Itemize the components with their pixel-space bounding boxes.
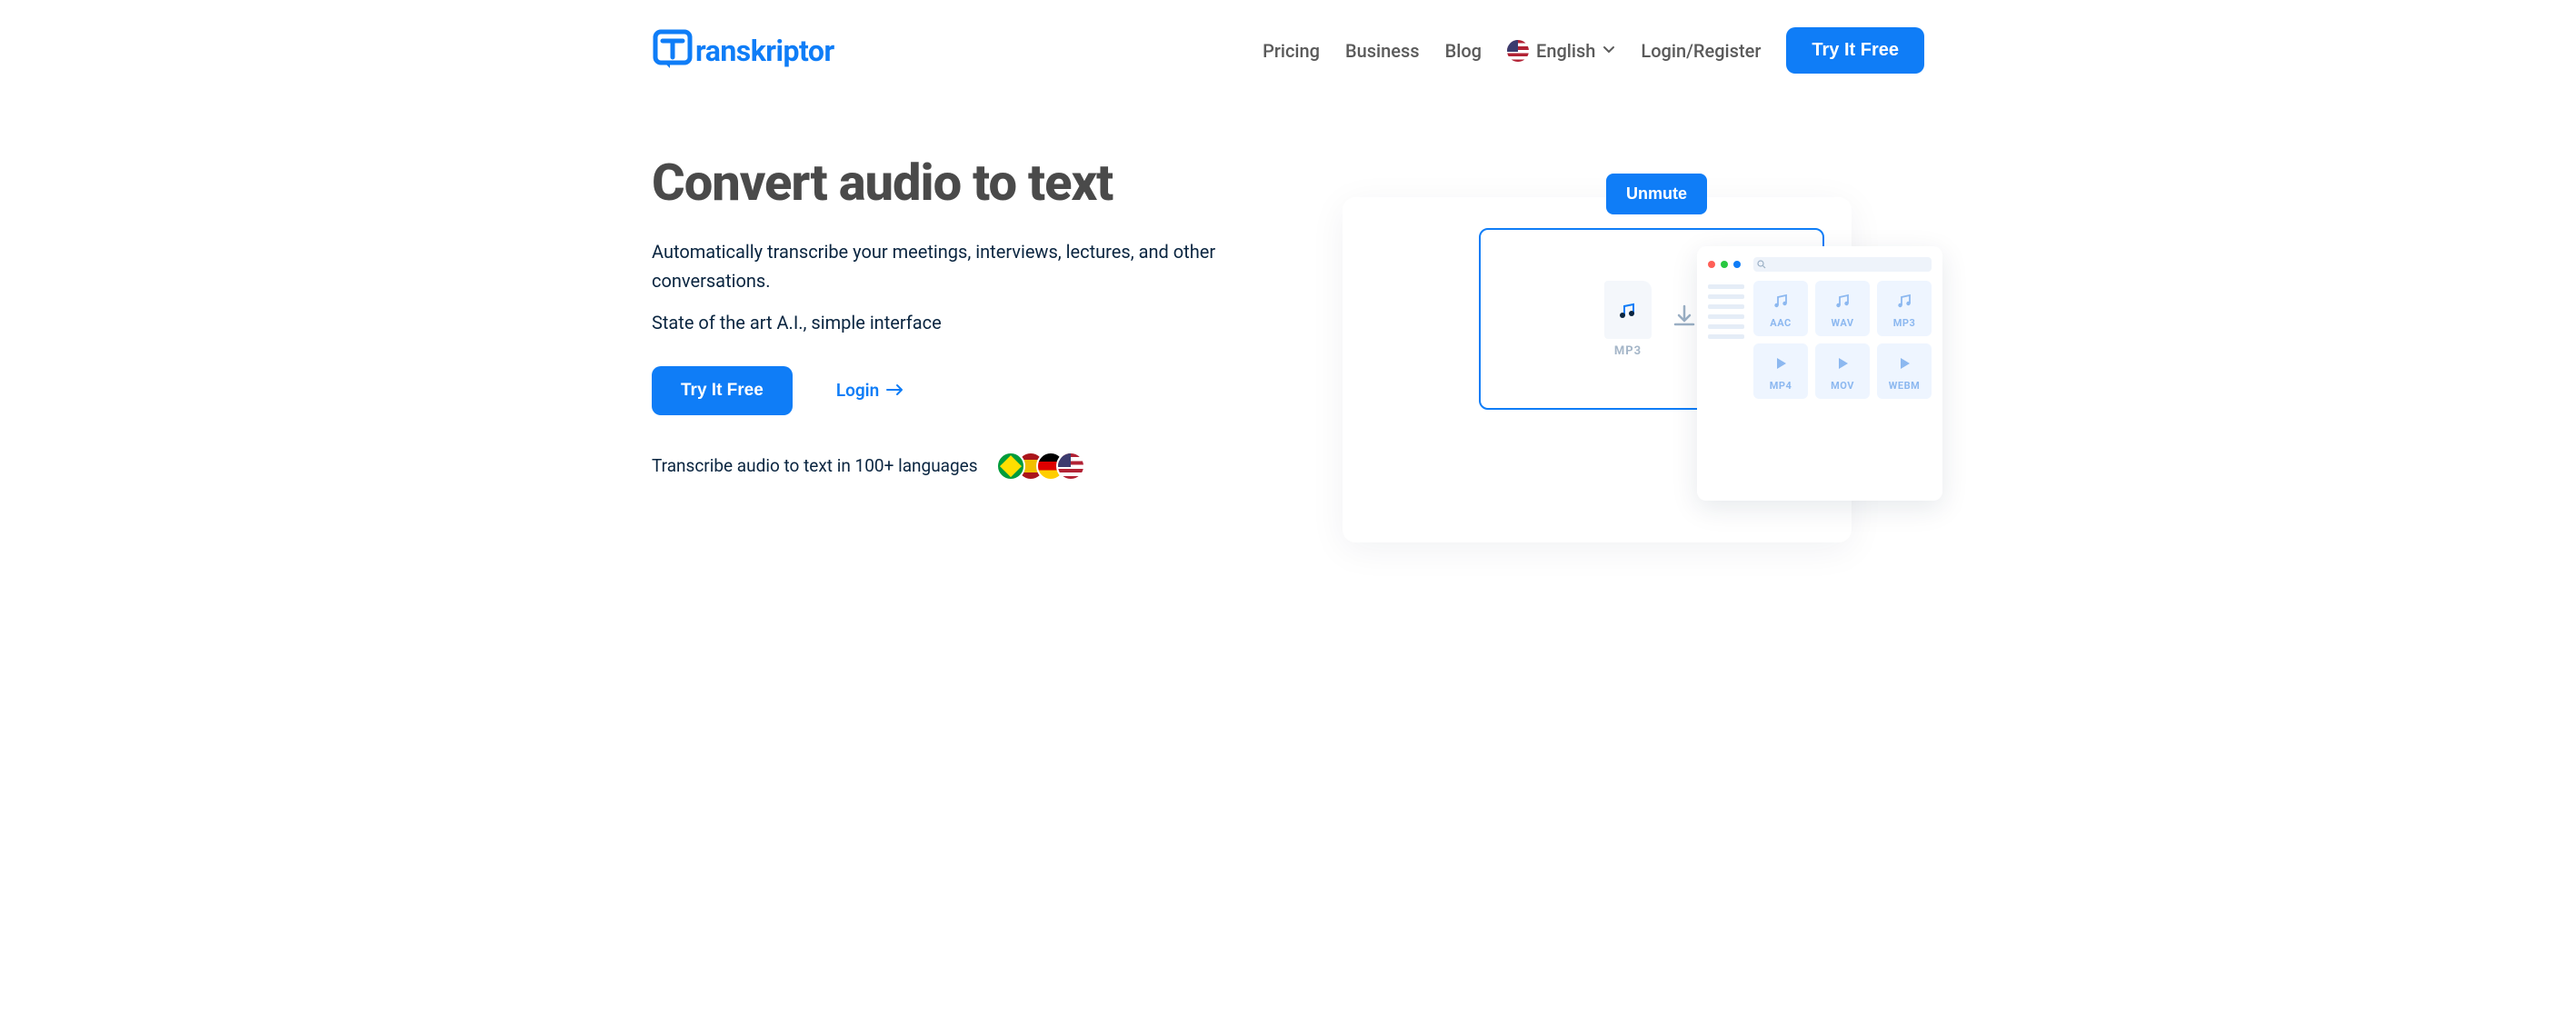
file-icon bbox=[1604, 281, 1652, 339]
logo-text: ranskriptor bbox=[695, 34, 834, 68]
file-tile: WAV bbox=[1815, 281, 1870, 336]
flag-us-icon bbox=[1507, 40, 1529, 62]
language-support: Transcribe audio to text in 100+ languag… bbox=[652, 452, 1261, 481]
play-icon bbox=[1892, 351, 1917, 376]
file-tile-label: WAV bbox=[1819, 317, 1866, 329]
panel-search-bar bbox=[1753, 257, 1932, 272]
file-tile-label: WEBM bbox=[1881, 380, 1928, 392]
hero-login-label: Login bbox=[836, 380, 879, 401]
play-icon bbox=[1768, 351, 1793, 376]
hero-actions: Try It Free Login bbox=[652, 366, 1261, 415]
unmute-button[interactable]: Unmute bbox=[1606, 174, 1707, 214]
logo-icon bbox=[652, 28, 694, 74]
file-tile: MOV bbox=[1815, 343, 1870, 399]
music-note-icon bbox=[1892, 288, 1917, 313]
header: ranskriptor Pricing Business Blog Englis… bbox=[652, 0, 1924, 101]
nav-blog[interactable]: Blog bbox=[1445, 40, 1482, 62]
language-label: English bbox=[1536, 40, 1595, 62]
illustration-file-panel: AAC WAV MP3 MP4 bbox=[1697, 246, 1942, 501]
nav-login-register[interactable]: Login/Register bbox=[1641, 40, 1761, 62]
flag-br-icon bbox=[996, 452, 1025, 481]
mp3-label: MP3 bbox=[1604, 344, 1652, 358]
file-tile-label: AAC bbox=[1757, 317, 1804, 329]
file-tile: AAC bbox=[1753, 281, 1808, 336]
close-dot-icon bbox=[1708, 261, 1715, 268]
hero-description: Automatically transcribe your meetings, … bbox=[652, 237, 1261, 295]
music-note-icon bbox=[1830, 288, 1855, 313]
language-support-text: Transcribe audio to text in 100+ languag… bbox=[652, 455, 978, 476]
flag-us-icon bbox=[1056, 452, 1085, 481]
panel-body: AAC WAV MP3 MP4 bbox=[1708, 281, 1932, 399]
file-tile-label: MOV bbox=[1819, 380, 1866, 392]
hero-subdescription: State of the art A.I., simple interface bbox=[652, 312, 1261, 333]
play-icon bbox=[1830, 351, 1855, 376]
chevron-down-icon bbox=[1603, 42, 1615, 59]
file-tile-label: MP3 bbox=[1881, 317, 1928, 329]
music-note-icon bbox=[1768, 288, 1793, 313]
hero-cta-button[interactable]: Try It Free bbox=[652, 366, 793, 415]
arrow-right-icon bbox=[886, 380, 904, 401]
file-tile: MP4 bbox=[1753, 343, 1808, 399]
panel-titlebar bbox=[1708, 257, 1932, 272]
file-tile-grid: AAC WAV MP3 MP4 bbox=[1753, 281, 1932, 399]
nav-business[interactable]: Business bbox=[1345, 40, 1420, 62]
flag-stack bbox=[996, 452, 1085, 481]
nav-pricing[interactable]: Pricing bbox=[1263, 40, 1320, 62]
download-icon bbox=[1670, 303, 1699, 335]
logo[interactable]: ranskriptor bbox=[652, 28, 834, 74]
nav: Pricing Business Blog English Login/Regi… bbox=[1263, 27, 1924, 74]
min-dot-icon bbox=[1733, 261, 1741, 268]
file-tile: MP3 bbox=[1877, 281, 1932, 336]
nav-cta-button[interactable]: Try It Free bbox=[1786, 27, 1924, 74]
zoom-dot-icon bbox=[1721, 261, 1728, 268]
panel-sidebar-lines bbox=[1708, 281, 1744, 399]
file-tile-label: MP4 bbox=[1757, 380, 1804, 392]
hero-login-link[interactable]: Login bbox=[836, 380, 904, 401]
hero-title: Convert audio to text bbox=[652, 155, 1261, 212]
mp3-file-block: MP3 bbox=[1604, 281, 1652, 358]
hero-illustration: Unmute MP3 bbox=[1315, 155, 1924, 537]
hero: Convert audio to text Automatically tran… bbox=[652, 101, 1924, 592]
language-selector[interactable]: English bbox=[1507, 40, 1615, 62]
hero-content: Convert audio to text Automatically tran… bbox=[652, 155, 1261, 481]
file-tile: WEBM bbox=[1877, 343, 1932, 399]
